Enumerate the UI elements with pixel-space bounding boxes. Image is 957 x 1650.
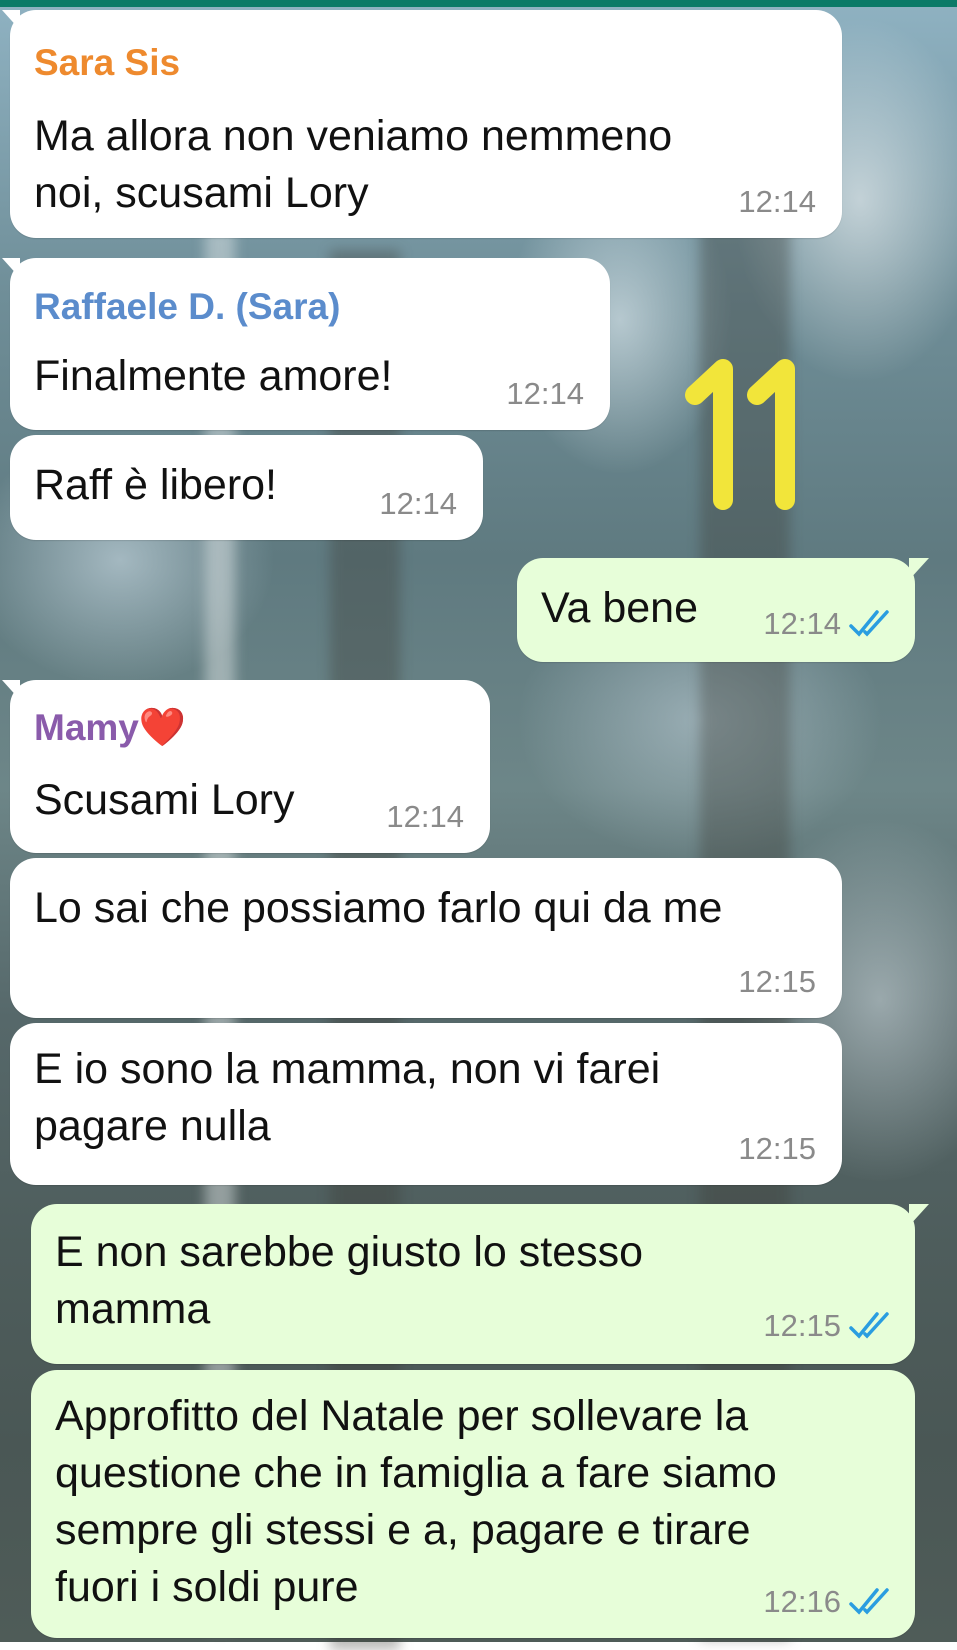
message-time: 12:14 xyxy=(386,799,464,834)
read-receipt-icon xyxy=(849,1588,889,1615)
sender-name[interactable]: Mamy❤️ xyxy=(34,706,186,750)
message-text: E io sono la mamma, non vi farei pagare … xyxy=(34,1045,661,1150)
message-time: 12:14 xyxy=(738,184,816,219)
bubble-tail xyxy=(2,258,20,278)
message-text: Va bene xyxy=(541,584,699,632)
sender-name-text: Mamy xyxy=(34,707,139,748)
message-bubble-incoming[interactable]: Mamy❤️ Scusami Lory 12:14 xyxy=(2,680,490,853)
message-bubble-incoming[interactable]: Raffaele D. (Sara) Finalmente amore! 12:… xyxy=(2,258,610,430)
read-receipt-icon xyxy=(849,1312,889,1339)
bubble-tail xyxy=(2,680,20,700)
sender-name[interactable]: Raffaele D. (Sara) xyxy=(34,286,340,328)
sender-name[interactable]: Sara Sis xyxy=(34,42,180,84)
message-bubble-outgoing[interactable]: E non sarebbe giusto lo stesso mamma 12:… xyxy=(31,1204,929,1364)
message-time: 12:15 xyxy=(738,964,816,999)
message-time: 12:14 xyxy=(506,376,584,411)
message-text: Approfitto del Natale per sollevare la q… xyxy=(55,1392,777,1611)
message-bubble-incoming[interactable]: E io sono la mamma, non vi farei pagare … xyxy=(10,1023,842,1185)
top-bar xyxy=(0,0,957,7)
message-bubble-incoming[interactable]: Sara Sis Ma allora non veniamo nemmeno n… xyxy=(2,10,842,238)
message-time: 12:15 xyxy=(738,1131,816,1166)
message-time: 12:14 xyxy=(763,606,841,641)
message-text: Raff è libero! xyxy=(34,461,278,509)
bubble-tail xyxy=(909,558,929,580)
message-text: Finalmente amore! xyxy=(34,352,393,400)
message-bubble-outgoing[interactable]: Approfitto del Natale per sollevare la q… xyxy=(31,1370,915,1638)
read-receipt-icon xyxy=(849,610,889,637)
message-time: 12:16 xyxy=(763,1584,841,1619)
message-time: 12:14 xyxy=(379,486,457,521)
message-text: Ma allora non veniamo nemmeno noi, scusa… xyxy=(34,112,673,217)
message-bubble-incoming[interactable]: Lo sai che possiamo farlo qui da me 12:1… xyxy=(10,858,842,1018)
message-bubble-incoming[interactable]: Raff è libero! 12:14 xyxy=(10,435,483,540)
message-text: Scusami Lory xyxy=(34,776,295,824)
heart-emoji-icon: ❤️ xyxy=(138,707,187,749)
message-time: 12:15 xyxy=(763,1308,841,1343)
handwritten-number-annotation xyxy=(685,359,795,510)
bubble-tail xyxy=(2,10,20,30)
message-text: E non sarebbe giusto lo stesso mamma xyxy=(55,1228,644,1333)
bubble-tail xyxy=(909,1204,929,1226)
message-text: Lo sai che possiamo farlo qui da me xyxy=(34,884,723,932)
message-bubble-outgoing[interactable]: Va bene 12:14 xyxy=(517,558,929,662)
